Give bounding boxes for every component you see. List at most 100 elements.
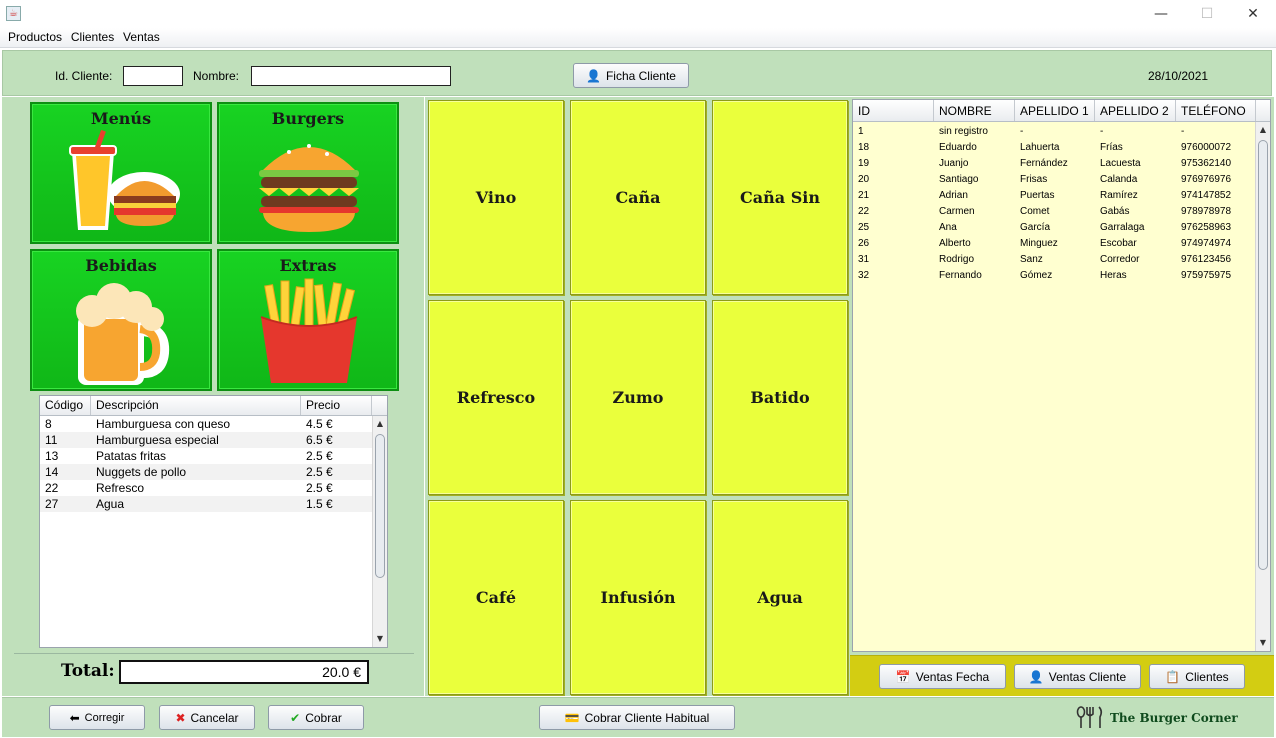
table-row[interactable]: 14 Nuggets de pollo 2.5 € [40,464,387,480]
table-row[interactable]: 27 Agua 1.5 € [40,496,387,512]
column-header-precio[interactable]: Precio [301,396,372,415]
table-row[interactable]: 21 Adrian Puertas Ramírez 974147852 [853,188,1270,204]
cell-telefono: 976258963 [1181,222,1232,233]
cell-nombre: Fernando [939,270,982,281]
nombre-field[interactable] [251,66,451,86]
cell-nombre: Juanjo [939,158,969,169]
product-refresco-button[interactable]: Refresco [428,300,564,495]
menu-productos[interactable]: Productos [0,28,65,44]
menu-ventas[interactable]: Ventas [121,28,163,44]
column-header-apellido1[interactable]: APELLIDO 1 [1015,100,1095,121]
category-extras-label: Extras [279,256,337,275]
table-row[interactable]: 1 sin registro - - - [853,124,1270,140]
cancelar-button[interactable]: ✖ Cancelar [159,705,255,730]
cell-nombre: Carmen [939,206,975,217]
cell-telefono: 976000072 [1181,142,1232,153]
clientes-button[interactable]: 📋 Clientes [1149,664,1245,689]
column-header-id[interactable]: ID [853,100,934,121]
product-vino-button[interactable]: Vino [428,100,564,295]
user-icon: 👤 [1028,669,1044,684]
table-row[interactable]: 18 Eduardo Lahuerta Frías 976000072 [853,140,1270,156]
table-row[interactable]: 32 Fernando Gómez Heras 975975975 [853,268,1270,284]
cell-codigo: 13 [45,449,59,463]
ficha-cliente-button[interactable]: 👤 Ficha Cliente [573,63,689,88]
column-header-nombre[interactable]: NOMBRE [934,100,1015,121]
product-batido-button[interactable]: Batido [712,300,848,495]
corregir-button[interactable]: ⬅ Corregir [49,705,145,730]
table-row[interactable]: 26 Alberto Minguez Escobar 974974974 [853,236,1270,252]
close-button[interactable]: ✕ [1230,4,1276,24]
table-row[interactable]: 25 Ana García Garralaga 976258963 [853,220,1270,236]
scroll-down-arrow-icon[interactable]: ▼ [1256,635,1270,651]
product-cana-button[interactable]: Caña [570,100,706,295]
table-row[interactable]: 11 Hamburguesa especial 6.5 € [40,432,387,448]
current-date: 28/10/2021 [1148,69,1209,83]
product-infusion-button[interactable]: Infusión [570,500,706,695]
scroll-down-arrow-icon[interactable]: ▼ [373,631,387,647]
clients-table-header: ID NOMBRE APELLIDO 1 APELLIDO 2 TELÉFONO [853,100,1270,122]
product-zumo-button[interactable]: Zumo [570,300,706,495]
clientes-label: Clientes [1185,669,1229,684]
order-table-scrollbar[interactable]: ▲ ▼ [372,416,387,647]
cell-id: 1 [858,126,864,137]
product-cana-sin-button[interactable]: Caña Sin [712,100,848,295]
category-bebidas-button[interactable]: Bebidas [30,249,212,391]
minimize-button[interactable]: — [1138,4,1184,24]
category-extras-button[interactable]: Extras [217,249,399,391]
cell-id: 31 [858,254,870,265]
id-cliente-field[interactable] [123,66,183,86]
table-row[interactable]: 8 Hamburguesa con queso 4.5 € [40,416,387,432]
cell-precio: 4.5 € [306,417,333,431]
table-row[interactable]: 22 Refresco 2.5 € [40,480,387,496]
cell-id: 19 [858,158,870,169]
scroll-thumb[interactable] [375,434,385,578]
cobrar-cliente-habitual-button[interactable]: 💳 Cobrar Cliente Habitual [539,705,735,730]
cell-apellido1: Fernández [1020,158,1068,169]
undo-arrow-icon: ⬅ [69,710,80,725]
product-cafe-button[interactable]: Café [428,500,564,695]
column-header-codigo[interactable]: Código [40,396,91,415]
payment-card-icon: 💳 [564,710,580,725]
column-header-apellido2[interactable]: APELLIDO 2 [1095,100,1176,121]
cell-precio: 1.5 € [306,497,333,511]
ficha-cliente-label: Ficha Cliente [605,68,676,83]
total-field: 20.0 € [119,660,369,684]
cell-codigo: 11 [45,433,58,447]
order-panel: Menús Burgers Bebidas Extras Código Desc… [2,97,424,696]
table-row[interactable]: 20 Santiago Frisas Calanda 976976976 [853,172,1270,188]
ventas-cliente-label: Ventas Cliente [1048,669,1127,684]
title-bar: ☕ — ☐ ✕ [0,0,1276,28]
column-header-telefono[interactable]: TELÉFONO [1176,100,1256,121]
table-row[interactable]: 13 Patatas fritas 2.5 € [40,448,387,464]
table-row[interactable]: 22 Carmen Comet Gabás 978978978 [853,204,1270,220]
bottom-action-bar: ⬅ Corregir ✖ Cancelar ✔ Cobrar 💳 Cobrar … [2,697,1274,737]
cell-apellido1: Minguez [1020,238,1058,249]
ventas-cliente-button[interactable]: 👤 Ventas Cliente [1014,664,1141,689]
user-icon: 👤 [586,68,601,83]
table-row[interactable]: 19 Juanjo Fernández Lacuesta 975362140 [853,156,1270,172]
scroll-up-arrow-icon[interactable]: ▲ [1256,122,1270,138]
category-burgers-button[interactable]: Burgers [217,102,399,244]
cell-apellido1: - [1020,126,1024,137]
cell-apellido1: Frisas [1020,174,1048,185]
menu-clientes[interactable]: Clientes [69,28,117,44]
cobrar-button[interactable]: ✔ Cobrar [268,705,364,730]
maximize-button[interactable]: ☐ [1184,4,1230,24]
cell-apellido2: Garralaga [1100,222,1145,233]
ventas-fecha-button[interactable]: 📅 Ventas Fecha [879,664,1006,689]
brand-logo-text: The Burger Corner [1110,711,1238,725]
total-separator [14,653,414,654]
category-menus-button[interactable]: Menús [30,102,212,244]
scroll-thumb[interactable] [1258,140,1268,570]
cobrar-cliente-habitual-label: Cobrar Cliente Habitual [584,710,710,725]
column-header-descripcion[interactable]: Descripción [91,396,301,415]
scroll-up-arrow-icon[interactable]: ▲ [373,416,387,432]
clients-table-scrollbar[interactable]: ▲ ▼ [1255,122,1270,651]
product-agua-button[interactable]: Agua [712,500,848,695]
table-row[interactable]: 31 Rodrigo Sanz Corredor 976123456 [853,252,1270,268]
clipboard-icon: 📋 [1165,669,1181,684]
cell-apellido1: García [1020,222,1051,233]
cell-id: 32 [858,270,870,281]
cell-telefono: - [1181,126,1185,137]
cell-apellido2: Heras [1100,270,1127,281]
